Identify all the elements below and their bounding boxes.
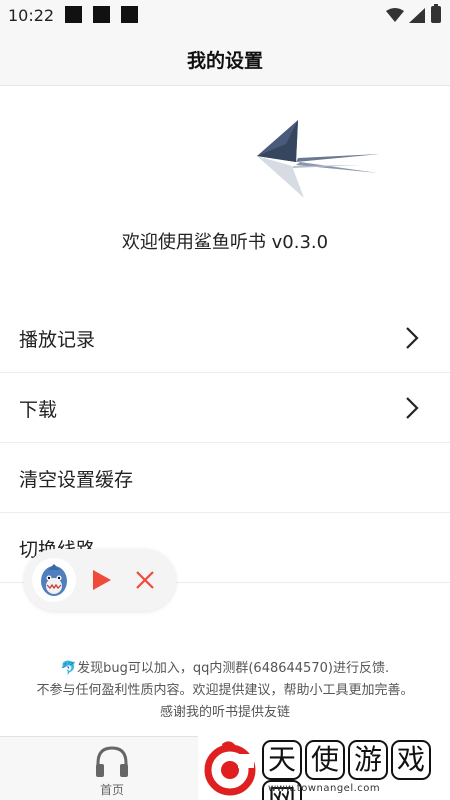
watermark-char: 使: [305, 740, 345, 780]
footer-line-thanks: 感谢我的听书提供友链: [159, 705, 290, 720]
notification-icon: [93, 6, 110, 23]
signal-icon: [409, 8, 425, 23]
menu-item-play-history[interactable]: 播放记录: [0, 303, 450, 373]
watermark: 天使游戏网 www.townangel.com: [198, 736, 450, 800]
menu-item-label: 下载: [19, 399, 58, 421]
headphones-icon: [96, 746, 128, 777]
menu-item-label: 清空设置缓存: [19, 469, 134, 491]
watermark-char: 天: [262, 740, 302, 780]
close-icon[interactable]: [135, 570, 155, 590]
footer-line-feedback: 🐬发现bug可以加入，qq内测群(648644570)进行反馈.: [60, 661, 390, 676]
shark-avatar[interactable]: [32, 558, 76, 602]
notification-icon: [65, 6, 82, 23]
status-bar: 10:22: [0, 0, 450, 32]
notification-icon: [121, 6, 138, 23]
chevron-right-icon: [406, 397, 419, 419]
footer-note: 🐬发现bug可以加入，qq内测群(648644570)进行反馈. 不参与任何盈利…: [0, 658, 450, 724]
menu-item-clear-cache[interactable]: 清空设置缓存: [0, 443, 450, 513]
tab-home[interactable]: 首页: [80, 741, 144, 799]
mini-player: [24, 549, 176, 611]
status-time: 10:22: [8, 6, 55, 25]
app-header: 我的设置: [0, 32, 450, 86]
footer-line-disclaimer: 不参与任何盈利性质内容。欢迎提供建议，帮助小工具更加完善。: [36, 683, 414, 698]
menu-item-download[interactable]: 下载: [0, 373, 450, 443]
watermark-char: 戏: [391, 740, 431, 780]
menu-item-label: 播放记录: [19, 329, 96, 351]
shark-fin-logo: [257, 120, 380, 198]
welcome-text: 欢迎使用鲨鱼听书 v0.3.0: [121, 232, 329, 253]
watermark-url: www.townangel.com: [268, 783, 381, 794]
watermark-char: 游: [348, 740, 388, 780]
watermark-logo-icon: [204, 741, 256, 796]
shark-icon: [41, 564, 67, 596]
settings-menu: 播放记录 下载 清空设置缓存 切换线路: [0, 303, 450, 583]
wifi-icon: [386, 8, 404, 22]
battery-icon: [431, 4, 441, 23]
tab-home-label: 首页: [99, 783, 124, 797]
page-title: 我的设置: [186, 50, 263, 72]
play-icon[interactable]: [92, 569, 112, 591]
chevron-right-icon: [406, 327, 419, 349]
